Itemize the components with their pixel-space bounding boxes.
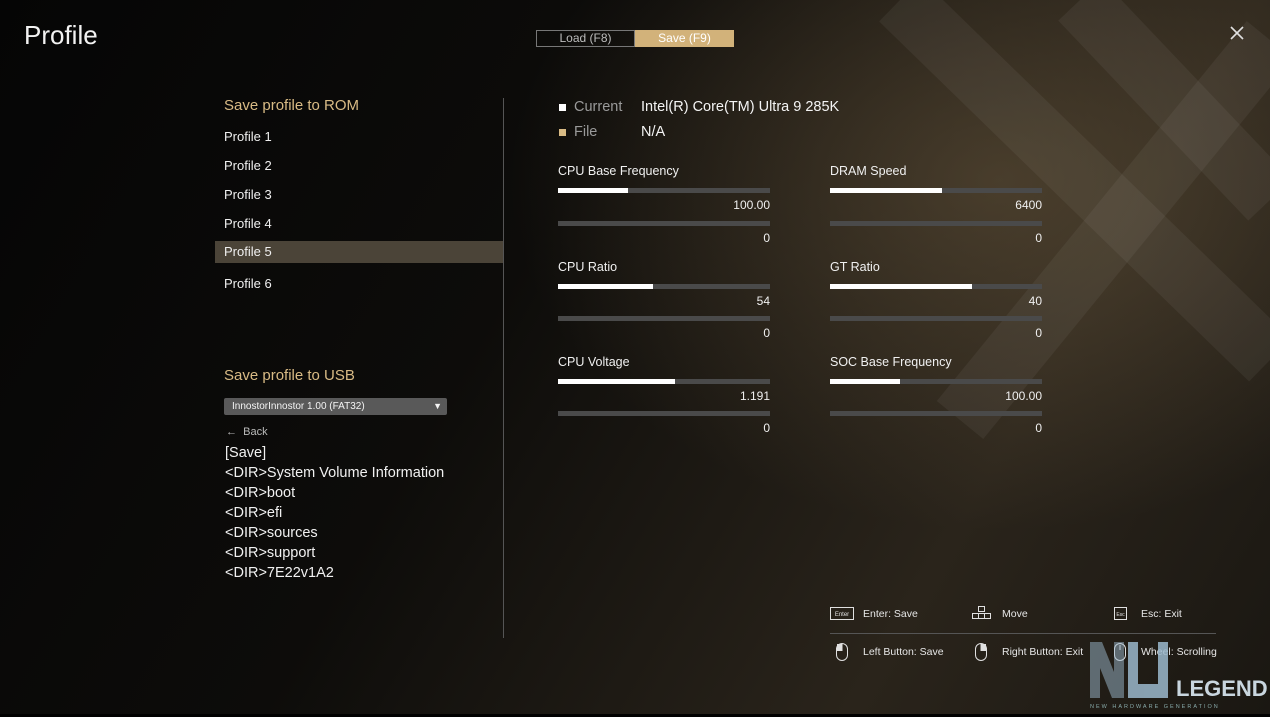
watermark-logo: LEGEND NEW HARDWARE GENERATION bbox=[1088, 640, 1268, 712]
usb-heading: Save profile to USB bbox=[224, 367, 355, 384]
param-file-bar bbox=[558, 221, 770, 226]
esc-key-icon: Esc bbox=[1113, 606, 1137, 622]
usb-entry-dir[interactable]: <DIR>7E22v1A2 bbox=[225, 565, 334, 581]
svg-text:LEGEND: LEGEND bbox=[1176, 676, 1268, 701]
param-file-bar bbox=[830, 411, 1042, 416]
param-current-value: 54 bbox=[756, 294, 770, 308]
param-file-value: 0 bbox=[1035, 421, 1042, 435]
usb-entry-dir[interactable]: <DIR>boot bbox=[225, 485, 295, 501]
svg-text:NEW HARDWARE GENERATION: NEW HARDWARE GENERATION bbox=[1090, 704, 1220, 710]
param-label: SOC Base Frequency bbox=[830, 355, 952, 369]
hint-left-button: Left Button: Save bbox=[863, 646, 944, 658]
bar-fill bbox=[558, 188, 628, 193]
usb-entry-dir[interactable]: <DIR>sources bbox=[225, 525, 318, 541]
mouse-icon bbox=[835, 642, 859, 661]
profile-item-6[interactable]: Profile 6 bbox=[215, 273, 503, 295]
param-file-bar bbox=[830, 316, 1042, 321]
profile-item-1[interactable]: Profile 1 bbox=[215, 126, 503, 148]
bar-fill bbox=[830, 379, 900, 384]
param-label: CPU Base Frequency bbox=[558, 164, 679, 178]
param-file-bar bbox=[558, 316, 770, 321]
param-current-bar bbox=[558, 188, 770, 193]
back-label: Back bbox=[243, 426, 268, 438]
caret-down-icon: ▼ bbox=[433, 401, 442, 411]
param-current-bar bbox=[558, 284, 770, 289]
bar-fill bbox=[558, 284, 654, 289]
param-current-value: 6400 bbox=[1015, 198, 1042, 212]
rom-heading: Save profile to ROM bbox=[224, 97, 360, 114]
param-current-bar bbox=[830, 188, 1042, 193]
param-label: CPU Ratio bbox=[558, 260, 618, 274]
param-file-value: 0 bbox=[1035, 231, 1042, 245]
back-link[interactable]: ← Back bbox=[226, 426, 268, 438]
close-icon[interactable] bbox=[1228, 24, 1246, 42]
param-file-bar bbox=[558, 411, 770, 416]
usb-entry-dir[interactable]: <DIR>System Volume Information bbox=[225, 465, 444, 481]
param-file-value: 0 bbox=[763, 421, 770, 435]
hint-esc-exit: Esc: Exit bbox=[1141, 608, 1182, 620]
param-current-bar bbox=[830, 379, 1042, 384]
param-current-value: 40 bbox=[1028, 294, 1042, 308]
param-label: DRAM Speed bbox=[830, 164, 907, 178]
usb-drive-select[interactable]: InnostorInnostor 1.00 (FAT32) ▼ bbox=[224, 398, 447, 415]
bar-fill bbox=[830, 188, 943, 193]
profile-item-4[interactable]: Profile 4 bbox=[215, 213, 503, 235]
file-bullet bbox=[559, 129, 566, 136]
file-value: N/A bbox=[641, 124, 666, 140]
bar-fill bbox=[558, 379, 675, 384]
param-file-value: 0 bbox=[1035, 326, 1042, 340]
profile-item-2[interactable]: Profile 2 bbox=[215, 155, 503, 177]
param-current-bar bbox=[558, 379, 770, 384]
tab-bar: Load (F8) Save (F9) bbox=[536, 30, 734, 47]
param-file-value: 0 bbox=[763, 326, 770, 340]
current-bullet bbox=[559, 104, 566, 111]
page-title: Profile bbox=[24, 20, 98, 50]
hint-move: Move bbox=[1002, 608, 1028, 620]
usb-entry-dir[interactable]: <DIR>efi bbox=[225, 505, 282, 521]
arrow-left-icon: ← bbox=[226, 426, 237, 438]
param-current-bar bbox=[830, 284, 1042, 289]
usb-entry-save[interactable]: [Save] bbox=[225, 445, 266, 461]
profile-item-3[interactable]: Profile 3 bbox=[215, 184, 503, 206]
mouse-icon bbox=[974, 642, 998, 661]
tab-load[interactable]: Load (F8) bbox=[536, 30, 635, 47]
tab-save[interactable]: Save (F9) bbox=[635, 30, 734, 47]
usb-entry-dir[interactable]: <DIR>support bbox=[225, 545, 315, 561]
enter-key-icon: Enter bbox=[830, 606, 854, 622]
bar-fill bbox=[830, 284, 973, 289]
param-file-value: 0 bbox=[763, 231, 770, 245]
hint-divider bbox=[830, 633, 1216, 634]
param-file-bar bbox=[830, 221, 1042, 226]
profile-item-5[interactable]: Profile 5 bbox=[215, 241, 503, 263]
hint-enter-save: Enter: Save bbox=[863, 608, 918, 620]
file-label: File bbox=[574, 124, 598, 140]
svg-text:Esc: Esc bbox=[1116, 612, 1125, 618]
svg-text:Enter: Enter bbox=[835, 612, 849, 618]
hint-right-button: Right Button: Exit bbox=[1002, 646, 1084, 658]
param-label: GT Ratio bbox=[830, 260, 880, 274]
param-current-value: 1.191 bbox=[739, 389, 770, 403]
param-current-value: 100.00 bbox=[733, 198, 770, 212]
arrow-keys-icon bbox=[971, 605, 995, 621]
divider bbox=[503, 98, 504, 638]
usb-drive-value: InnostorInnostor 1.00 (FAT32) bbox=[232, 401, 365, 412]
param-current-value: 100.00 bbox=[1005, 389, 1042, 403]
current-value: Intel(R) Core(TM) Ultra 9 285K bbox=[641, 99, 840, 115]
param-label: CPU Voltage bbox=[558, 355, 630, 369]
background bbox=[0, 0, 1270, 714]
current-label: Current bbox=[574, 99, 623, 115]
